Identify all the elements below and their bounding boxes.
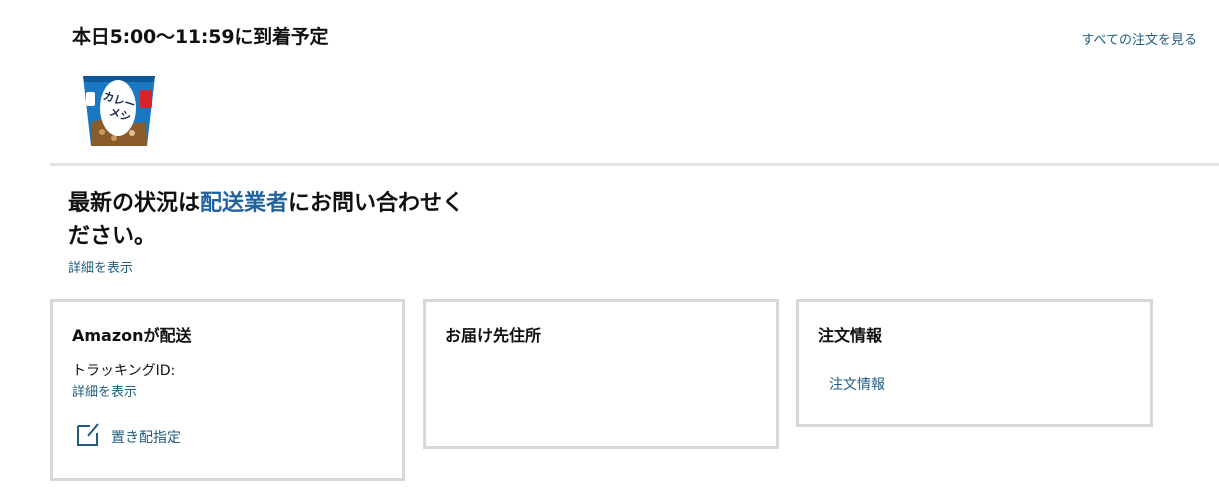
status-headline-line2: ださい。 [68,224,157,249]
order-info-card-title: 注文情報 [818,326,883,345]
status-headline-text-2: にお問い合わせく [288,191,465,216]
shipping-card: Amazonが配送 トラッキングID: 詳細を表示 置き配指定 [50,299,405,481]
order-info-link[interactable]: 注文情報 [829,374,885,394]
address-card: お届け先住所 [423,299,779,449]
status-headline-text: 最新の状況は [68,191,201,216]
status-details-link[interactable]: 詳細を表示 [68,257,133,276]
shipping-card-title: Amazonが配送 [72,326,192,345]
address-card-title: お届け先住所 [445,326,542,345]
drop-off-setting[interactable]: 置き配指定 [75,422,181,452]
all-orders-link[interactable]: すべての注文を見る [1081,29,1197,48]
tracking-id-label: トラッキングID: [72,363,176,379]
arrival-title: 本日5:00～11:59に到着予定 [72,26,329,48]
edit-note-icon [75,422,101,452]
order-tracking-page: 本日5:00～11:59に到着予定 すべての注文を見る カレー メシ 最新の状況… [0,0,1219,488]
status-headline: 最新の状況は配送業者にお問い合わせく ださい。 [68,187,518,253]
carrier-link[interactable]: 配送業者 [200,191,288,216]
order-info-card: 注文情報 注文情報 [796,299,1153,427]
section-divider [50,163,1219,166]
drop-off-label: 置き配指定 [111,430,181,446]
tracking-details-link[interactable]: 詳細を表示 [72,381,137,400]
product-image[interactable]: カレー メシ [80,70,158,148]
